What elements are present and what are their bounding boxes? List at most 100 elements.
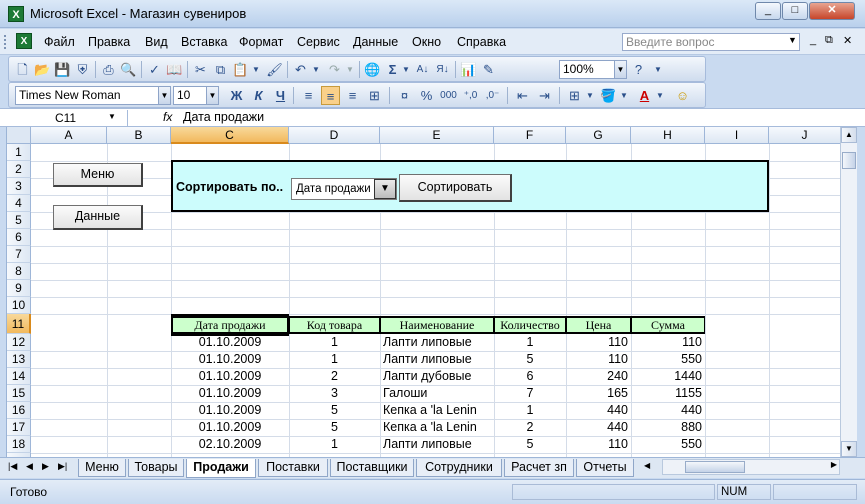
menu-insert[interactable]: Вставка bbox=[181, 35, 227, 49]
sort-dropdown-icon[interactable]: ▼ bbox=[374, 179, 396, 199]
table-cell[interactable]: Лапти дубовые bbox=[380, 368, 494, 385]
sort-field-select[interactable]: Дата продажи ▼ bbox=[291, 178, 397, 200]
permission-icon[interactable]: ⛨ bbox=[73, 60, 92, 79]
row-header-15[interactable]: 15 bbox=[7, 385, 31, 402]
font-dropdown-icon[interactable]: ▼ bbox=[158, 87, 170, 104]
table-cell[interactable]: Лапти липовые bbox=[380, 436, 494, 453]
excel-app-icon[interactable]: X bbox=[8, 6, 24, 22]
row-header-1[interactable]: 1 bbox=[7, 144, 31, 161]
table-cell[interactable]: 3 bbox=[289, 385, 380, 402]
align-center-icon[interactable]: ≡ bbox=[321, 86, 340, 105]
select-all-corner[interactable] bbox=[7, 127, 31, 144]
font-size-select[interactable]: 10 ▼ bbox=[173, 86, 219, 105]
table-cell[interactable]: Лапти липовые bbox=[380, 351, 494, 368]
header-name[interactable]: Наименование bbox=[380, 316, 494, 334]
menu-file[interactable]: Файл bbox=[44, 35, 75, 49]
sort-descending-icon[interactable]: Я↓ bbox=[433, 60, 452, 79]
tab-sales[interactable]: Продажи bbox=[186, 459, 256, 478]
paste-dropdown-icon[interactable]: ▼ bbox=[251, 60, 261, 79]
align-right-icon[interactable]: ≡ bbox=[343, 86, 362, 105]
decrease-indent-icon[interactable]: ⇤ bbox=[513, 86, 532, 105]
tab-salary-calc[interactable]: Расчет зп bbox=[504, 459, 574, 477]
table-cell[interactable]: 1440 bbox=[631, 368, 705, 385]
table-cell[interactable]: Кепка а 'la Lenin bbox=[380, 402, 494, 419]
format-painter-icon[interactable]: 🖌 bbox=[265, 60, 284, 79]
paste-icon[interactable]: 📋 bbox=[231, 60, 250, 79]
font-color-icon[interactable]: A bbox=[635, 86, 654, 105]
menu-view[interactable]: Вид bbox=[145, 35, 168, 49]
col-header-j[interactable]: J bbox=[769, 127, 840, 144]
menu-format[interactable]: Формат bbox=[239, 35, 283, 49]
menu-edit[interactable]: Правка bbox=[88, 35, 130, 49]
col-header-e[interactable]: E bbox=[380, 127, 494, 144]
help-dropdown-icon[interactable]: ▼ bbox=[788, 35, 797, 45]
horizontal-scroll-thumb[interactable] bbox=[685, 461, 745, 473]
table-cell[interactable]: 440 bbox=[566, 402, 631, 419]
tab-split-icon[interactable]: ◀ bbox=[644, 461, 650, 470]
smiley-icon[interactable]: ☺ bbox=[673, 86, 692, 105]
active-cell-c11[interactable] bbox=[171, 314, 289, 336]
tab-reports[interactable]: Отчеты bbox=[576, 459, 634, 477]
increase-decimal-icon[interactable]: ⁺,0 bbox=[461, 86, 480, 105]
increase-indent-icon[interactable]: ⇥ bbox=[535, 86, 554, 105]
row-header-7[interactable]: 7 bbox=[7, 246, 31, 263]
fx-icon[interactable]: fx bbox=[163, 110, 172, 124]
row-header-18[interactable]: 18 bbox=[7, 436, 31, 453]
table-cell[interactable]: 1 bbox=[494, 334, 566, 351]
vertical-scroll-thumb[interactable] bbox=[842, 152, 856, 169]
copy-icon[interactable]: ⧉ bbox=[211, 60, 230, 79]
table-cell[interactable]: 1 bbox=[289, 334, 380, 351]
col-header-g[interactable]: G bbox=[566, 127, 631, 144]
menu-tools[interactable]: Сервис bbox=[297, 35, 340, 49]
col-header-f[interactable]: F bbox=[494, 127, 566, 144]
table-cell[interactable]: 01.10.2009 bbox=[171, 351, 289, 368]
table-cell[interactable]: 1 bbox=[494, 402, 566, 419]
fill-color-icon[interactable]: 🪣 bbox=[599, 86, 618, 105]
row-header-6[interactable]: 6 bbox=[7, 229, 31, 246]
menu-window[interactable]: Окно bbox=[412, 35, 441, 49]
menubar-grip[interactable] bbox=[4, 35, 7, 49]
row-header-9[interactable]: 9 bbox=[7, 280, 31, 297]
redo-icon[interactable]: ↷ bbox=[325, 60, 344, 79]
sort-button[interactable]: Сортировать bbox=[399, 174, 512, 202]
col-header-d[interactable]: D bbox=[289, 127, 380, 144]
table-cell[interactable]: 110 bbox=[566, 436, 631, 453]
header-total[interactable]: Сумма bbox=[631, 316, 705, 334]
merge-center-icon[interactable]: ⊞ bbox=[365, 86, 384, 105]
horizontal-scrollbar[interactable]: ▶ bbox=[662, 459, 840, 475]
table-cell[interactable]: 880 bbox=[631, 419, 705, 436]
bold-button[interactable]: Ж bbox=[227, 86, 246, 105]
zoom-dropdown-icon[interactable]: ▼ bbox=[614, 61, 626, 78]
row-header-11[interactable]: 11 bbox=[7, 314, 31, 334]
table-cell[interactable]: 01.10.2009 bbox=[171, 419, 289, 436]
autosum-icon[interactable]: Σ bbox=[383, 60, 402, 79]
open-folder-icon[interactable]: 📂 bbox=[33, 60, 52, 79]
print-preview-icon[interactable]: 🔍 bbox=[119, 60, 138, 79]
italic-button[interactable]: К bbox=[249, 86, 268, 105]
header-quantity[interactable]: Количество bbox=[494, 316, 566, 334]
row-header-3[interactable]: 3 bbox=[7, 178, 31, 195]
font-size-dropdown-icon[interactable]: ▼ bbox=[206, 87, 218, 104]
col-header-b[interactable]: B bbox=[107, 127, 171, 144]
col-header-c[interactable]: C bbox=[171, 127, 289, 144]
col-header-a[interactable]: A bbox=[31, 127, 107, 144]
close-button[interactable]: ✕ bbox=[809, 2, 855, 20]
restore-button[interactable]: □ bbox=[782, 2, 808, 20]
mdi-close-button[interactable]: ✕ bbox=[843, 34, 852, 47]
vertical-scrollbar[interactable]: ▲ ▼ bbox=[840, 127, 857, 457]
table-cell[interactable]: 01.10.2009 bbox=[171, 385, 289, 402]
next-sheet-icon[interactable]: ▶ bbox=[42, 461, 49, 472]
row-header-17[interactable]: 17 bbox=[7, 419, 31, 436]
row-header-12[interactable]: 12 bbox=[7, 334, 31, 351]
table-cell[interactable]: 550 bbox=[631, 351, 705, 368]
table-cell[interactable]: 1 bbox=[289, 436, 380, 453]
row-header-16[interactable]: 16 bbox=[7, 402, 31, 419]
header-price[interactable]: Цена bbox=[566, 316, 631, 334]
help-search-input[interactable]: Введите вопрос bbox=[622, 33, 800, 51]
row-header-8[interactable]: 8 bbox=[7, 263, 31, 280]
font-color-dropdown-icon[interactable]: ▼ bbox=[655, 86, 665, 105]
col-header-i[interactable]: I bbox=[705, 127, 769, 144]
table-cell[interactable]: 6 bbox=[494, 368, 566, 385]
zoom-select[interactable]: 100% ▼ bbox=[559, 60, 627, 79]
menu-data[interactable]: Данные bbox=[353, 35, 398, 49]
